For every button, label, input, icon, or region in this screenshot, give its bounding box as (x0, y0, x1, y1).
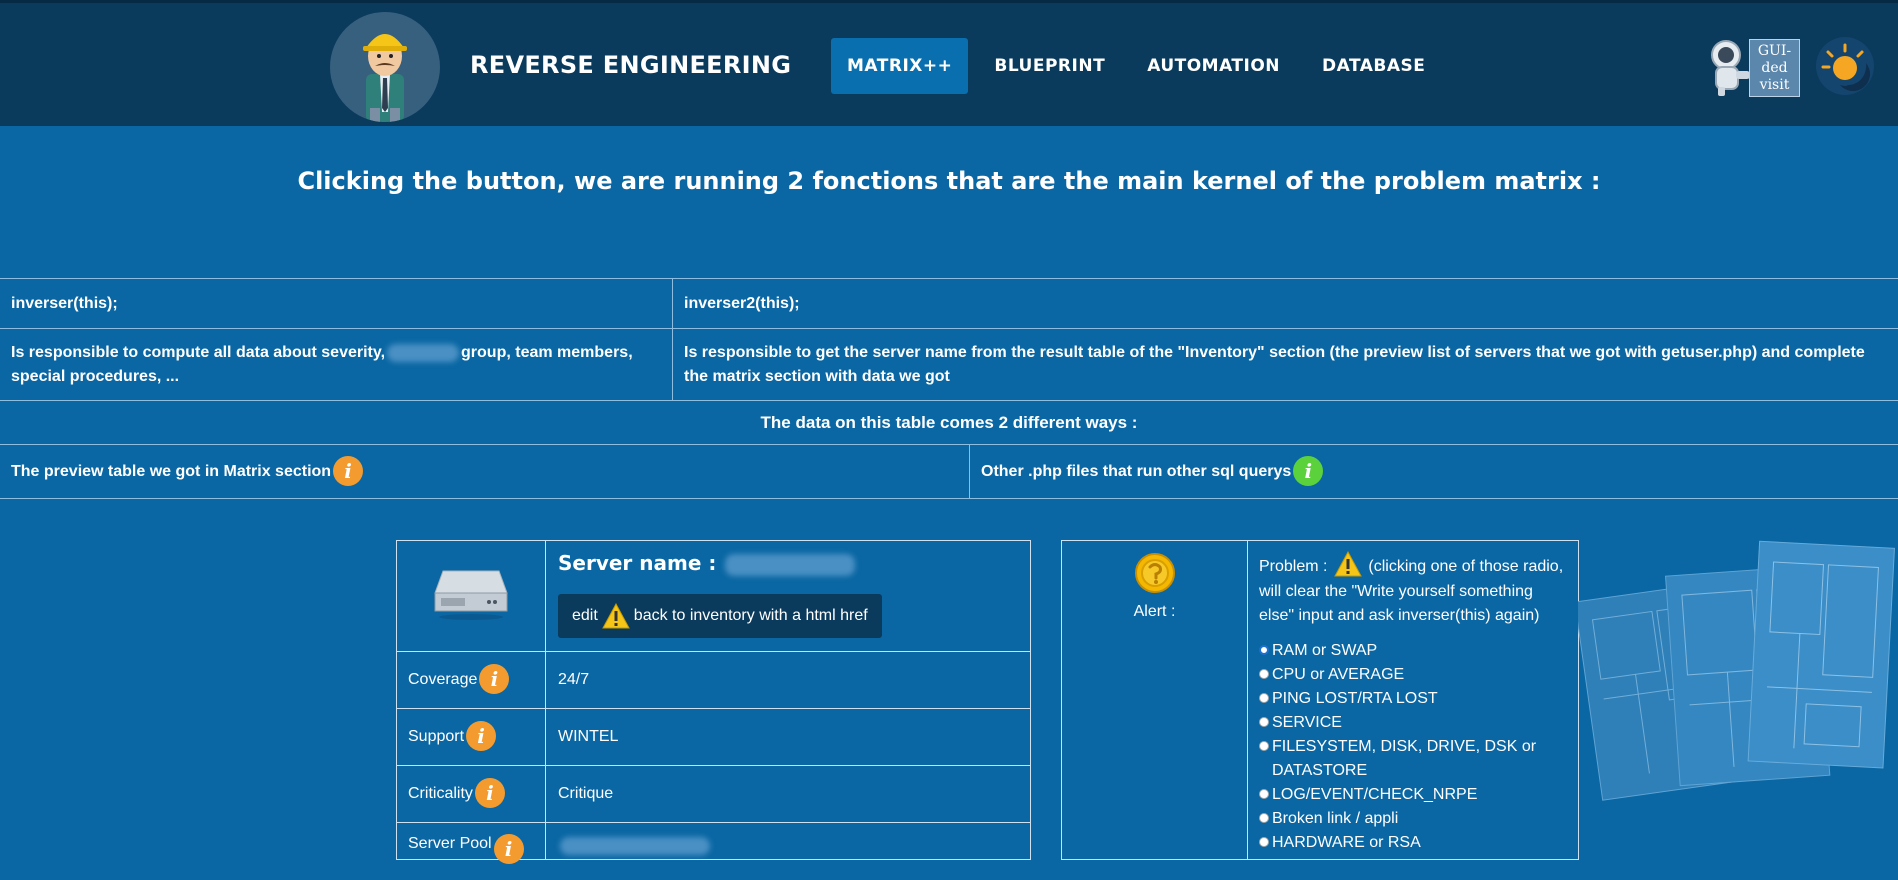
radio-option-ram-swap[interactable]: RAM or SWAP (1259, 639, 1564, 663)
function-1-desc: Is responsible to compute all data about… (0, 329, 672, 400)
server-row-label-text: Server Pool (408, 835, 492, 852)
engineer-avatar-logo[interactable] (330, 12, 440, 122)
server-icon (434, 570, 508, 620)
server-row-value: WINTEL (558, 728, 619, 745)
alert-label: Alert : (1133, 603, 1176, 620)
alert-coin-icon (1135, 553, 1175, 593)
data-sources-row: The preview table we got in Matrix secti… (0, 444, 1898, 499)
functions-desc-row: Is responsible to compute all data about… (0, 328, 1898, 400)
radio-button[interactable] (1259, 645, 1269, 655)
warning-icon (601, 603, 630, 629)
radio-label: Broken link / appli (1272, 810, 1399, 827)
radio-button[interactable] (1259, 789, 1269, 799)
server-row-support: Support i WINTEL (397, 709, 1030, 766)
radio-option-broken-link[interactable]: Broken link / appli (1259, 807, 1564, 831)
info-icon[interactable]: i (466, 721, 497, 751)
edit-back-to-inventory-button[interactable]: edit back to inventory with a html href (558, 594, 882, 638)
server-row-value (558, 823, 712, 880)
blueprint-illustration (1578, 540, 1895, 801)
guided-visit-card: GUI- ded visit (1749, 39, 1800, 97)
function-1-desc-text: Is responsible to compute all data about… (11, 344, 386, 361)
server-row-label: Support i (408, 709, 497, 765)
function-1-name: inverser(this); (11, 294, 118, 312)
radio-button[interactable] (1259, 813, 1269, 823)
data-source-right-text: Other .php files that run other sql quer… (981, 462, 1292, 480)
data-source-right: Other .php files that run other sql quer… (970, 445, 1898, 498)
radio-label: PING LOST/RTA LOST (1272, 690, 1438, 707)
radio-button[interactable] (1259, 741, 1269, 751)
info-icon[interactable]: i (493, 834, 524, 864)
nav-blueprint[interactable]: BLUEPRINT (978, 38, 1121, 94)
problem-radio-group: RAM or SWAP CPU or AVERAGE PING LOST/RTA… (1259, 639, 1564, 855)
top-navbar: REVERSE ENGINEERING MATRIX++ BLUEPRINT A… (0, 0, 1898, 126)
radio-option-ping[interactable]: PING LOST/RTA LOST (1259, 687, 1564, 711)
radio-label: SERVICE (1272, 714, 1342, 731)
nav-matrix[interactable]: MATRIX++ (831, 38, 969, 94)
server-row-value: 24/7 (558, 671, 590, 688)
server-row-pool: Server Pool i (397, 823, 1030, 880)
radio-label: CPU or AVERAGE (1272, 666, 1405, 683)
server-row-criticality: Criticality i Critique (397, 766, 1030, 823)
server-header-row: Server name : edit back to inventory wit… (397, 541, 1030, 652)
redacted-text (725, 553, 856, 576)
server-row-coverage: Coverage i 24/7 (397, 652, 1030, 709)
radio-option-service[interactable]: SERVICE (1259, 711, 1564, 735)
guided-visit-line: visit (1759, 77, 1790, 93)
column-divider (1247, 541, 1248, 859)
server-row-value: Critique (558, 785, 614, 802)
radio-button[interactable] (1259, 669, 1269, 679)
radio-button[interactable] (1259, 717, 1269, 727)
server-details-table: Server name : edit back to inventory wit… (396, 540, 1031, 864)
function-2-name: inverser2(this); (684, 294, 800, 312)
server-row-label-text: Support (408, 728, 465, 745)
function-2-desc: Is responsible to get the server name fr… (684, 344, 1865, 385)
radio-label: RAM or SWAP (1272, 642, 1378, 659)
info-icon[interactable]: i (333, 455, 364, 486)
data-sources-title-row: The data on this table comes 2 different… (0, 400, 1898, 444)
astronaut-icon (1711, 40, 1750, 96)
sun-moon-icon (1821, 43, 1871, 92)
functions-header-row: inverser(this); inverser2(this); (0, 278, 1898, 328)
radio-label: FILESYSTEM, DISK, DRIVE, DSK or DATASTOR… (1272, 738, 1537, 779)
server-row-label: Criticality i (408, 766, 505, 822)
radio-option-filesystem[interactable]: FILESYSTEM, DISK, DRIVE, DSK or DATASTOR… (1259, 735, 1564, 783)
nav-database[interactable]: DATABASE (1306, 38, 1441, 94)
page-headline: Clicking the button, we are running 2 fo… (297, 167, 1601, 195)
radio-option-cpu[interactable]: CPU or AVERAGE (1259, 663, 1564, 687)
radio-label: LOG/EVENT/CHECK_NRPE (1272, 786, 1478, 803)
info-icon[interactable]: i (1293, 455, 1324, 486)
guided-visit-button[interactable]: GUI- ded visit (1706, 35, 1800, 97)
warning-icon (1334, 551, 1362, 577)
problem-description: Problem : (clicking one of those radio, … (1259, 551, 1564, 628)
info-icon[interactable]: i (474, 778, 505, 808)
data-sources-title: The data on this table comes 2 different… (760, 412, 1138, 432)
redacted-text (387, 343, 460, 362)
theme-toggle-button[interactable] (1816, 37, 1874, 95)
guided-visit-line: GUI- (1757, 43, 1792, 59)
data-source-left-text: The preview table we got in Matrix secti… (11, 462, 332, 480)
server-name: Server name : (558, 551, 857, 576)
radio-button[interactable] (1259, 693, 1269, 703)
edit-button-text: back to inventory with a html href (633, 607, 868, 624)
info-icon[interactable]: i (479, 664, 510, 694)
radio-option-log-event[interactable]: LOG/EVENT/CHECK_NRPE (1259, 783, 1564, 807)
alert-table: Alert : Problem : (clicking one of those… (1061, 540, 1579, 860)
server-name-label: Server name : (558, 551, 717, 575)
server-row-label-text: Criticality (408, 785, 473, 802)
edit-button-text: edit (572, 607, 598, 624)
radio-option-hardware[interactable]: HARDWARE or RSA (1259, 831, 1564, 855)
brand-title[interactable]: REVERSE ENGINEERING (470, 51, 791, 79)
main-nav: MATRIX++ BLUEPRINT AUTOMATION DATABASE (831, 38, 1451, 94)
server-row-label: Coverage i (408, 652, 510, 708)
redacted-text (560, 837, 710, 855)
nav-automation[interactable]: AUTOMATION (1131, 38, 1296, 94)
radio-button[interactable] (1259, 837, 1269, 847)
server-row-label-text: Coverage (408, 671, 478, 688)
data-source-left: The preview table we got in Matrix secti… (0, 445, 969, 498)
radio-label: HARDWARE or RSA (1272, 834, 1421, 851)
server-row-label: Server Pool i (408, 823, 524, 880)
guided-visit-line: ded (1761, 60, 1788, 76)
problem-label: Problem : (1259, 558, 1328, 576)
